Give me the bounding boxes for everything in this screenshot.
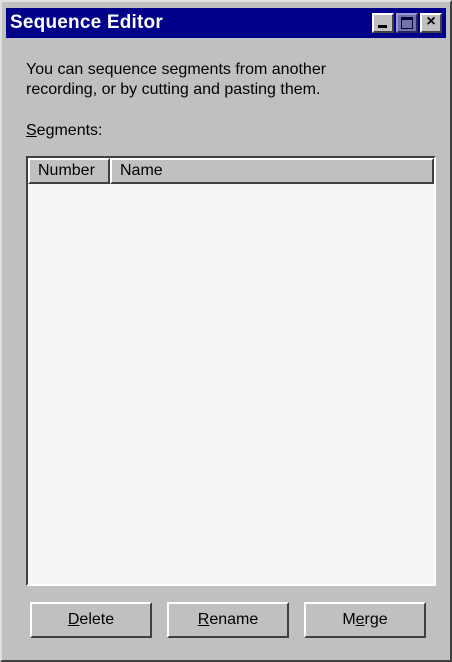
title-bar[interactable]: Sequence Editor × xyxy=(6,8,446,38)
title-bar-buttons: × xyxy=(372,13,446,33)
minimize-button[interactable] xyxy=(372,13,394,33)
merge-button[interactable]: Me rge xyxy=(304,602,426,638)
segments-list[interactable]: Number Name xyxy=(26,156,436,586)
sequence-editor-window: Sequence Editor × You can sequence segme… xyxy=(0,0,452,662)
segments-list-body[interactable] xyxy=(28,184,434,584)
button-row: Delete Rename Me rge xyxy=(30,602,426,638)
segments-label: Segments: xyxy=(26,122,102,140)
merge-label-rest: rge xyxy=(364,611,388,628)
delete-label-rest: elete xyxy=(79,611,115,628)
close-icon: × xyxy=(426,13,436,30)
close-button[interactable]: × xyxy=(420,13,442,33)
segments-label-mnemonic: S xyxy=(26,122,37,139)
description-line-2: recording, or by cutting and pasting the… xyxy=(26,81,321,98)
column-header-number[interactable]: Number xyxy=(28,158,110,184)
column-header-name[interactable]: Name xyxy=(110,158,434,184)
segments-list-header: Number Name xyxy=(28,158,434,184)
delete-mnemonic: D xyxy=(67,611,80,628)
segments-label-rest: egments: xyxy=(36,122,103,139)
merge-label-pre: M xyxy=(342,611,356,628)
delete-button[interactable]: Delete xyxy=(30,602,152,638)
maximize-button[interactable] xyxy=(396,13,418,33)
window-title: Sequence Editor xyxy=(10,12,163,33)
merge-mnemonic: e xyxy=(355,611,365,628)
description-line-1: You can sequence segments from another xyxy=(26,61,327,78)
description-text: You can sequence segments from another r… xyxy=(26,60,426,100)
rename-label-rest: ename xyxy=(209,611,259,628)
rename-button[interactable]: Rename xyxy=(167,602,289,638)
rename-mnemonic: R xyxy=(197,611,210,628)
